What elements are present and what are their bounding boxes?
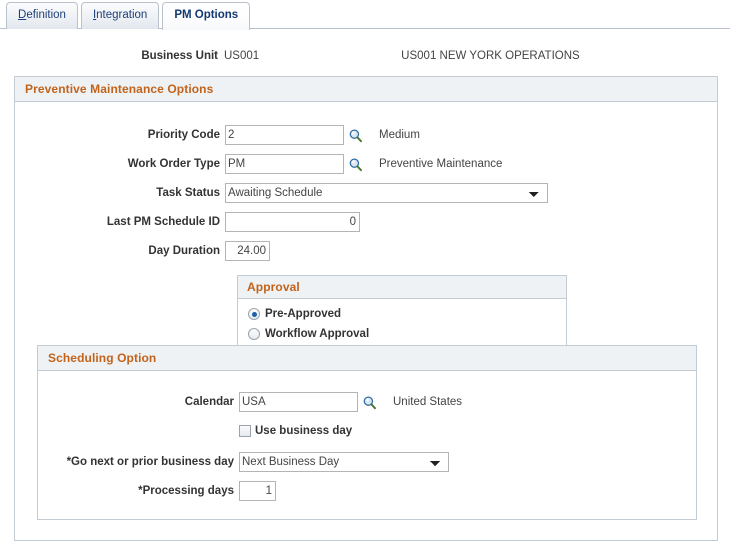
work-order-type-row: Work Order Type Preventive Maintenance bbox=[15, 153, 717, 175]
tab-strip: Definition Integration PM Options bbox=[0, 0, 734, 30]
scheduling-option-header: Scheduling Option bbox=[38, 346, 696, 371]
scheduling-option-group-box: Scheduling Option Calendar United States bbox=[37, 345, 697, 520]
tab-pm-options[interactable]: PM Options bbox=[162, 2, 251, 30]
business-unit-value: US001 bbox=[224, 50, 260, 62]
approval-option-pre-approved-label: Pre-Approved bbox=[265, 308, 342, 320]
magnifier-icon[interactable] bbox=[361, 394, 378, 411]
approval-option-pre-approved[interactable]: Pre-Approved bbox=[238, 305, 566, 323]
tab-integration-label: ntegration bbox=[96, 9, 148, 21]
last-pm-schedule-id-row: Last PM Schedule ID bbox=[15, 211, 717, 233]
priority-code-description: Medium bbox=[379, 129, 420, 141]
processing-days-row: *Processing days bbox=[38, 480, 696, 502]
task-status-select[interactable]: Awaiting Schedule bbox=[225, 183, 548, 203]
calendar-row: Calendar United States bbox=[38, 391, 696, 413]
processing-days-label: *Processing days bbox=[138, 485, 234, 497]
task-status-label: Task Status bbox=[156, 187, 220, 199]
tab-integration[interactable]: Integration bbox=[80, 2, 160, 29]
priority-code-label: Priority Code bbox=[147, 129, 220, 141]
day-duration-input[interactable] bbox=[225, 241, 270, 261]
preventive-maintenance-options-body: Priority Code Medium Work Order Type bbox=[15, 102, 717, 262]
radio-pre-approved[interactable] bbox=[248, 308, 260, 320]
use-business-day-row: Use business day bbox=[38, 420, 696, 442]
approval-group-box: Approval Pre-Approved Workflow Approval bbox=[237, 275, 567, 354]
business-unit-description: US001 NEW YORK OPERATIONS bbox=[401, 50, 580, 62]
magnifier-icon[interactable] bbox=[347, 156, 364, 173]
work-order-type-label: Work Order Type bbox=[127, 158, 220, 170]
tab-definition[interactable]: Definition bbox=[6, 2, 78, 29]
go-next-or-prior-business-day-label: *Go next or prior business day bbox=[66, 456, 234, 468]
preventive-maintenance-options-panel: Preventive Maintenance Options Priority … bbox=[14, 76, 718, 541]
go-next-or-prior-business-day-select[interactable]: Next Business Day bbox=[239, 452, 449, 472]
task-status-row: Task Status Awaiting Schedule bbox=[15, 182, 717, 204]
scheduling-option-body: Calendar United States Use business day bbox=[38, 371, 696, 502]
magnifier-icon[interactable] bbox=[347, 127, 364, 144]
work-order-type-description: Preventive Maintenance bbox=[379, 158, 503, 170]
priority-code-row: Priority Code Medium bbox=[15, 124, 717, 146]
calendar-input[interactable] bbox=[239, 392, 358, 412]
tab-definition-label: efinition bbox=[26, 9, 66, 21]
go-next-or-prior-business-day-row: *Go next or prior business day Next Busi… bbox=[38, 451, 696, 473]
last-pm-schedule-id-input[interactable] bbox=[225, 212, 360, 232]
processing-days-input[interactable] bbox=[239, 481, 276, 501]
use-business-day-label: Use business day bbox=[255, 425, 353, 437]
calendar-label: Calendar bbox=[184, 396, 234, 408]
day-duration-row: Day Duration bbox=[15, 240, 717, 262]
approval-header: Approval bbox=[238, 276, 566, 299]
last-pm-schedule-id-label: Last PM Schedule ID bbox=[106, 216, 220, 228]
business-unit-label: Business Unit bbox=[141, 50, 218, 62]
calendar-description: United States bbox=[393, 396, 463, 408]
approval-option-workflow-approval[interactable]: Workflow Approval bbox=[238, 325, 566, 343]
tab-pm-options-label: PM Options bbox=[174, 9, 239, 21]
checkbox-use-business-day[interactable] bbox=[239, 425, 251, 437]
business-unit-row: Business Unit US001 US001 NEW YORK OPERA… bbox=[0, 48, 734, 64]
work-order-type-input[interactable] bbox=[225, 154, 344, 174]
radio-workflow-approval[interactable] bbox=[248, 328, 260, 340]
priority-code-input[interactable] bbox=[225, 125, 344, 145]
preventive-maintenance-options-header: Preventive Maintenance Options bbox=[15, 77, 717, 102]
day-duration-label: Day Duration bbox=[148, 245, 220, 257]
approval-option-workflow-approval-label: Workflow Approval bbox=[265, 328, 370, 340]
